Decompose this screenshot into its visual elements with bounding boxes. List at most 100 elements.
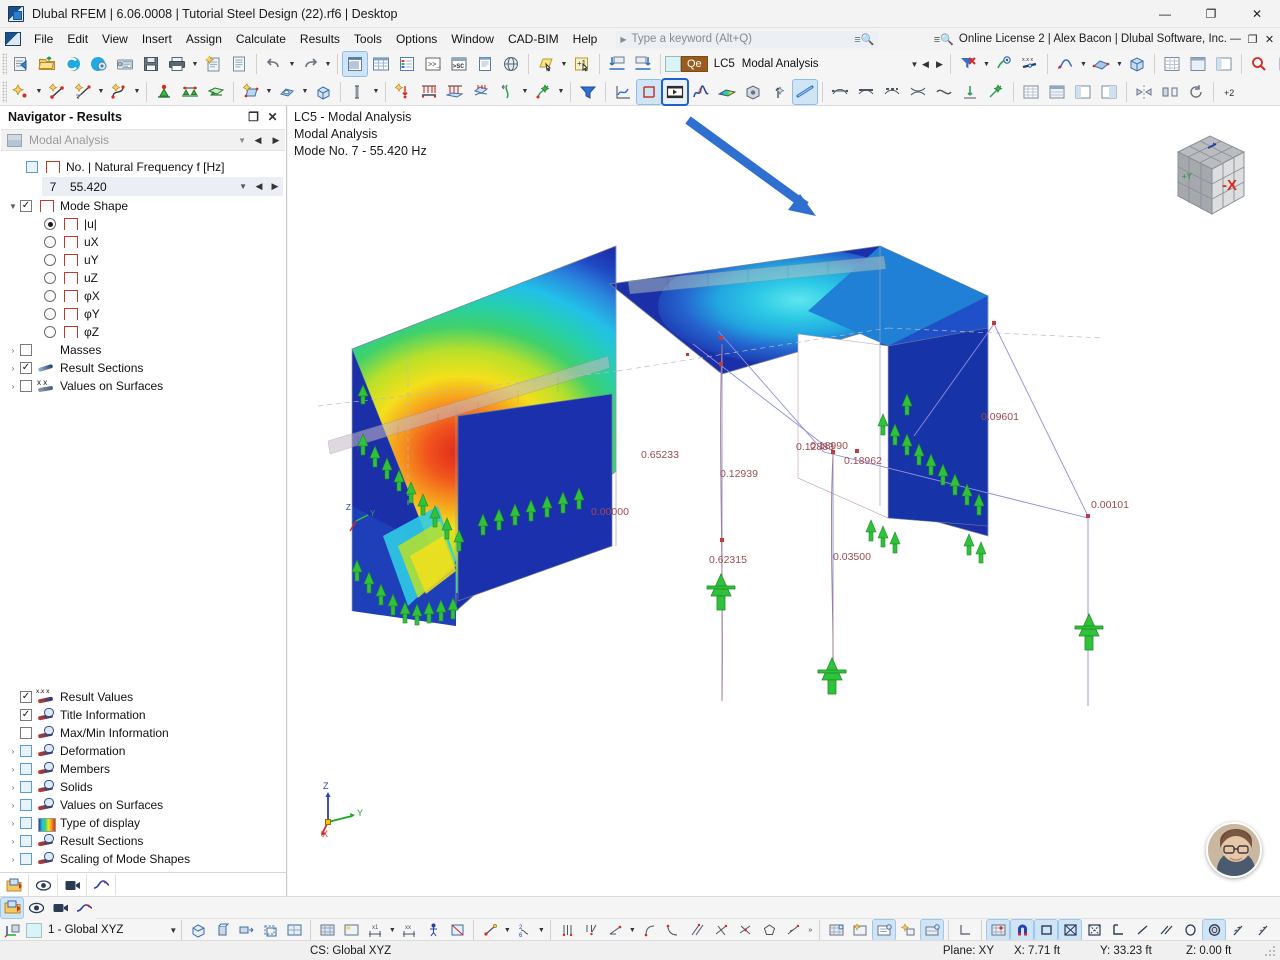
new-opening-dropdown-icon[interactable]: ▼	[300, 80, 310, 104]
tree-item-natural-frequency[interactable]: No. | Natural Frequency f [Hz]	[0, 158, 286, 176]
tree-item-phix[interactable]: φX	[0, 287, 286, 305]
ray1-icon[interactable]	[1227, 920, 1249, 940]
loadcase-next-button[interactable]: ▶	[932, 59, 946, 70]
hide-solids-icon[interactable]	[211, 920, 233, 940]
display-navigator-tab[interactable]	[29, 874, 58, 896]
expander-icon[interactable]: ›	[6, 801, 20, 810]
extrude-icon[interactable]	[235, 920, 257, 940]
menu-item-results[interactable]: Results	[293, 29, 347, 49]
menu-item-edit[interactable]: Edit	[60, 29, 95, 49]
new-line-support-icon[interactable]	[178, 80, 202, 104]
magnet-icon[interactable]	[1010, 919, 1035, 941]
mode-selector-row[interactable]: 7 55.420 ▼ ◀ ▶	[42, 177, 283, 196]
dimension-dropdown-icon[interactable]: ▼	[387, 918, 397, 942]
new-member-dropdown-icon[interactable]: ▼	[371, 80, 381, 104]
minimize-button[interactable]: —	[1142, 0, 1188, 28]
resize-grip[interactable]	[1262, 943, 1278, 959]
converge-snap-icon[interactable]	[580, 920, 602, 940]
arc-snap-icon[interactable]	[638, 920, 660, 940]
doc-close-button[interactable]: ✕	[1261, 33, 1278, 46]
osnap-icon[interactable]	[920, 919, 945, 941]
member-diagram-5-icon[interactable]	[932, 80, 956, 104]
natural-frequency-checkbox[interactable]	[26, 161, 38, 173]
snap-object-icon[interactable]	[340, 920, 362, 940]
member-diagram-1-icon[interactable]	[828, 80, 852, 104]
expander-icon[interactable]: ›	[6, 364, 20, 373]
chevron-down-icon[interactable]: ▼	[238, 136, 249, 145]
result-section-icon[interactable]	[792, 78, 818, 105]
toolbar-grip[interactable]	[2, 80, 7, 103]
member-diagram-2-icon[interactable]	[854, 80, 878, 104]
tree-item-display-values-on-surfaces[interactable]: › Values on Surfaces	[0, 796, 286, 814]
navigator-close-button[interactable]: ✕	[263, 110, 282, 124]
avatar[interactable]	[1206, 822, 1262, 878]
coordinates-icon[interactable]: xx	[398, 920, 420, 940]
parallel-snap-icon[interactable]	[686, 920, 708, 940]
project-navigator-tab[interactable]	[0, 874, 29, 896]
menu-item-window[interactable]: Window	[444, 29, 501, 49]
menu-item-cad-bim[interactable]: CAD-BIM	[501, 29, 566, 49]
u-abs-radio[interactable]	[44, 218, 56, 230]
cs-chevron-down-icon[interactable]: ▼	[169, 926, 177, 935]
uy-radio[interactable]	[44, 254, 56, 266]
member-diagram-6-icon[interactable]	[958, 80, 982, 104]
intersection-snap-icon[interactable]	[734, 920, 756, 940]
expander-icon[interactable]: ›	[6, 855, 20, 864]
tree-item-result-values[interactable]: ✓ Result Values	[0, 688, 286, 706]
filter-icon[interactable]	[576, 80, 600, 104]
redo-icon[interactable]	[298, 52, 322, 76]
camera-icon[interactable]	[49, 898, 71, 918]
cloud-settings-icon[interactable]	[87, 52, 111, 76]
uz-radio[interactable]	[44, 272, 56, 284]
clipping-icon[interactable]	[446, 920, 468, 940]
search-model-icon[interactable]	[1247, 52, 1271, 76]
tree-item-maxmin-information[interactable]: Max/Min Information	[0, 724, 286, 742]
loadcase-chevron-down-icon[interactable]: ▼	[911, 60, 919, 69]
expander-icon[interactable]: ›	[6, 783, 20, 792]
new-load-icon[interactable]	[391, 80, 415, 104]
analysis-type-combo[interactable]: Modal Analysis ▼ ◀ ▶	[1, 129, 285, 151]
tree-item-uz[interactable]: uZ	[0, 269, 286, 287]
expander-icon[interactable]: ›	[6, 747, 20, 756]
double-line-icon[interactable]	[1155, 920, 1177, 940]
model-3d-render[interactable]: Y Z	[288, 106, 1280, 896]
new-surface-support-icon[interactable]	[204, 80, 228, 104]
phiy-radio[interactable]	[44, 308, 56, 320]
result-values-toolbar-icon[interactable]: x.x x	[1018, 52, 1042, 76]
guide-lines-icon[interactable]	[849, 920, 871, 940]
new-model-icon[interactable]	[9, 52, 33, 76]
new-polyline-icon[interactable]	[107, 80, 131, 104]
views-navigator-tab[interactable]	[58, 874, 87, 896]
new-free-load-icon[interactable]	[469, 80, 493, 104]
member-diagram-3-icon[interactable]	[880, 80, 904, 104]
surface-select-dropdown-icon[interactable]: ▼	[559, 52, 569, 76]
surfaces-icon[interactable]	[1089, 52, 1113, 76]
import-layer-icon[interactable]	[605, 52, 629, 76]
cs-icon[interactable]	[1, 920, 23, 940]
tree-item-type-of-display[interactable]: › Type of display	[0, 814, 286, 832]
results-navigator-tab[interactable]	[87, 874, 116, 896]
coordinate-system-combo[interactable]: 1 - Global XYZ ▼	[26, 920, 177, 940]
measure-icon[interactable]	[422, 920, 444, 940]
values-on-surfaces-checkbox[interactable]	[20, 380, 32, 392]
deformation-checkbox[interactable]	[20, 745, 32, 757]
x-box-icon[interactable]	[1083, 920, 1105, 940]
tree-item-ux[interactable]: uX	[0, 233, 286, 251]
table-grid-icon[interactable]	[1160, 52, 1184, 76]
toolbar-grip[interactable]	[2, 53, 7, 75]
angle-snap-dropdown-icon[interactable]: ▼	[627, 918, 637, 942]
animation-icon[interactable]	[661, 77, 689, 106]
eye-icon[interactable]	[25, 898, 47, 918]
tree-item-deformation[interactable]: › Deformation	[0, 742, 286, 760]
doc-minimize-button[interactable]: —	[1227, 33, 1244, 46]
surfaces-result-icon[interactable]	[636, 78, 662, 105]
tree-item-masses[interactable]: › Masses	[0, 341, 286, 359]
ux-radio[interactable]	[44, 236, 56, 248]
grid-snap-dropdown-icon[interactable]: ▼	[536, 918, 546, 942]
menu-item-tools[interactable]: Tools	[347, 29, 389, 49]
object-info-icon[interactable]	[872, 919, 897, 941]
cross-box-icon[interactable]	[1058, 919, 1083, 941]
protocol-icon[interactable]	[473, 52, 497, 76]
new-line-load-icon[interactable]	[417, 80, 441, 104]
loadcase-badge[interactable]: Qe	[681, 56, 708, 72]
